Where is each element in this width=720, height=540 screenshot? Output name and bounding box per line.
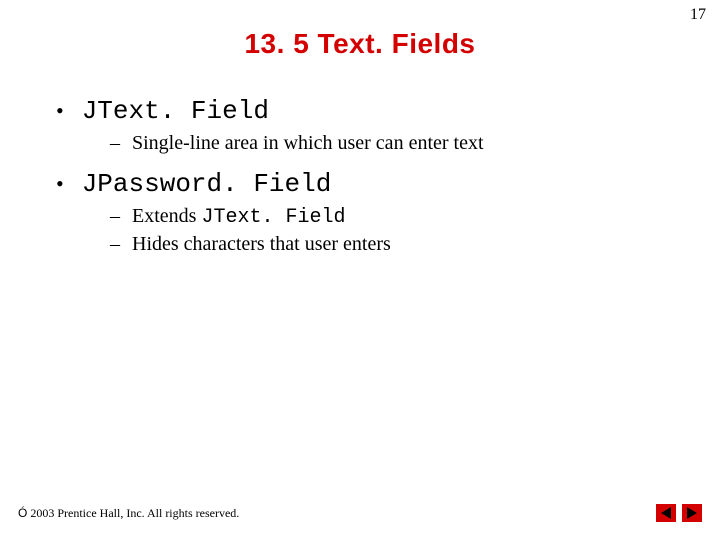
copyright-label: 2003 Prentice Hall, Inc. All rights rese… (30, 506, 239, 520)
copyright-icon: Ó (18, 506, 27, 520)
bullet-level2: – Single-line area in which user can ent… (110, 132, 680, 155)
bullet-text: JText. Field (82, 96, 269, 126)
triangle-left-icon (661, 507, 671, 519)
bullet-text: Hides characters that user enters (132, 233, 391, 256)
slide-title: 13. 5 Text. Fields (0, 28, 720, 60)
bullet-dash-icon: – (110, 205, 120, 228)
bullet-text-prefix: Extends (132, 205, 201, 227)
bullet-level2: – Extends JText. Field (110, 205, 680, 229)
bullet-dot-icon: • (56, 100, 64, 122)
bullet-text: Single-line area in which user can enter… (132, 132, 484, 155)
bullet-dot-icon: • (56, 173, 64, 195)
footer: Ó2003 Prentice Hall, Inc. All rights res… (18, 504, 702, 522)
bullet-text-mono: JText. Field (201, 206, 345, 229)
next-button[interactable] (682, 504, 702, 522)
page-number: 17 (690, 6, 706, 24)
bullet-dash-icon: – (110, 132, 120, 155)
triangle-right-icon (687, 507, 697, 519)
copyright-text: Ó2003 Prentice Hall, Inc. All rights res… (18, 506, 644, 521)
slide-body: • JText. Field – Single-line area in whi… (56, 96, 680, 260)
slide: 17 13. 5 Text. Fields • JText. Field – S… (0, 0, 720, 540)
prev-button[interactable] (656, 504, 676, 522)
nav-controls (656, 504, 702, 522)
bullet-text: Extends JText. Field (132, 205, 345, 229)
bullet-dash-icon: – (110, 233, 120, 256)
bullet-level2: – Hides characters that user enters (110, 233, 680, 256)
bullet-text: JPassword. Field (82, 169, 332, 199)
bullet-level1: • JText. Field (56, 96, 680, 126)
bullet-level1: • JPassword. Field (56, 169, 680, 199)
